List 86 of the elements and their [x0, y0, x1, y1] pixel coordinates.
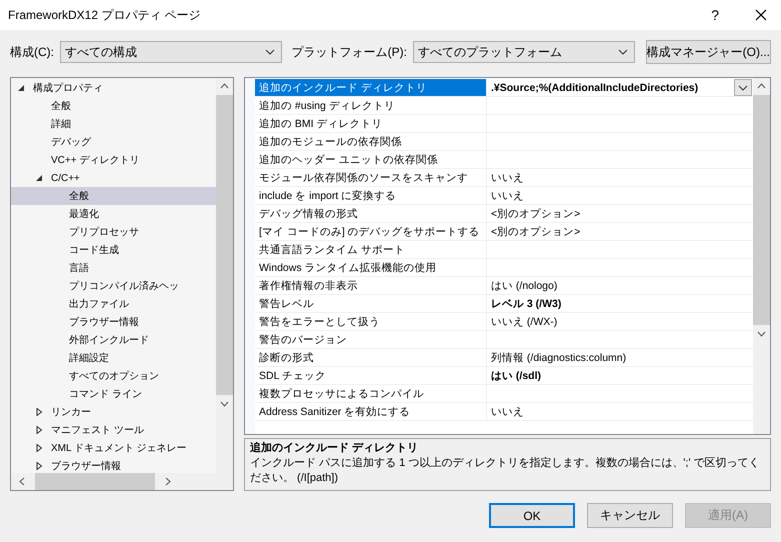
tree-item[interactable]: 詳細設定 [11, 349, 216, 367]
property-value[interactable]: <別のオプション> [491, 206, 580, 220]
scrollbar-thumb[interactable] [753, 95, 770, 325]
property-value[interactable]: いいえ (/WX-) [491, 314, 558, 328]
property-name[interactable]: SDL チェック [255, 367, 487, 384]
property-value[interactable]: いいえ [491, 170, 524, 184]
property-name[interactable]: デバッグ情報の形式 [255, 205, 487, 222]
property-name[interactable]: 追加のインクルード ディレクトリ [255, 79, 487, 96]
scroll-up-icon[interactable] [220, 83, 229, 89]
tree-item[interactable]: 構成プロパティ [11, 79, 216, 97]
configuration-dropdown[interactable]: すべての構成 [60, 41, 282, 63]
tree-item[interactable]: 全般 [11, 187, 216, 205]
property-name[interactable]: 追加のヘッダー ユニットの依存関係 [255, 151, 487, 168]
property-name[interactable]: 複数プロセッサによるコンパイル [255, 385, 487, 402]
property-value[interactable]: レベル 3 (/W3) [491, 296, 562, 310]
collapsed-triangle-icon[interactable] [35, 444, 43, 452]
scrollbar-thumb[interactable] [216, 95, 233, 395]
scroll-left-icon[interactable] [19, 477, 25, 486]
platform-dropdown[interactable]: すべてのプラットフォーム [413, 41, 635, 63]
tree-item[interactable]: C/C++ [11, 169, 216, 187]
property-name[interactable]: 警告のバージョン [255, 331, 487, 348]
horizontal-scrollbar[interactable] [11, 473, 233, 490]
property-name[interactable]: include を import に変換する [255, 187, 487, 204]
tree-item[interactable]: 最適化 [11, 205, 216, 223]
vertical-scrollbar[interactable] [216, 78, 233, 473]
chevron-down-icon [264, 49, 275, 55]
tree-item[interactable]: すべてのオプション [11, 367, 216, 385]
property-name[interactable]: [マイ コードのみ] のデバッグをサポートする [255, 223, 487, 240]
tree-item[interactable]: リンカー [11, 403, 216, 421]
tree-item[interactable]: 外部インクルード [11, 331, 216, 349]
tree-item[interactable]: VC++ ディレクトリ [11, 151, 216, 169]
scroll-down-icon[interactable] [757, 331, 766, 337]
scroll-down-icon[interactable] [220, 401, 229, 407]
property-name[interactable]: 警告レベル [255, 295, 487, 312]
scroll-up-icon[interactable] [757, 83, 766, 89]
collapsed-triangle-icon[interactable] [35, 462, 43, 470]
dialog-button[interactable]: キャンセル [587, 503, 673, 528]
platform-label: プラットフォーム(P): [292, 44, 407, 60]
property-name[interactable]: モジュール依存関係のソースをスキャンす [255, 169, 487, 186]
property-name[interactable]: Windows ランタイム拡張機能の使用 [255, 259, 487, 276]
chevron-down-icon [618, 49, 628, 55]
chevron-down-icon [738, 84, 748, 90]
tree-item[interactable]: プリプロセッサ [11, 223, 216, 241]
property-name[interactable]: 警告をエラーとして扱う [255, 313, 487, 330]
dialog-button[interactable]: OK [489, 503, 575, 528]
help-button[interactable]: ? [711, 7, 719, 23]
tree-item[interactable]: 出力ファイル [11, 295, 216, 313]
tree-item[interactable]: コマンド ライン [11, 385, 216, 403]
description-title: 追加のインクルード ディレクトリ [250, 441, 420, 456]
tree-item[interactable]: ブラウザー情報 [11, 313, 216, 331]
property-name[interactable]: 診断の形式 [255, 349, 487, 366]
description-text: インクルード パスに追加する 1 つ以上のディレクトリを指定します。複数の場合には、';' で区切ってください。 (/I[path]) [250, 456, 761, 486]
property-name[interactable]: Address Sanitizer を有効にする [255, 403, 487, 420]
scrollbar-thumb[interactable] [35, 473, 155, 490]
tree-item[interactable]: ブラウザー情報 [11, 457, 216, 473]
collapsed-triangle-icon[interactable] [35, 426, 43, 434]
expanded-triangle-icon[interactable] [35, 174, 43, 182]
window-title: FrameworkDX12 プロパティ ページ [8, 6, 202, 24]
property-value[interactable]: はい (/nologo) [491, 278, 558, 292]
property-value[interactable]: .¥Source;%(AdditionalIncludeDirectories) [491, 82, 698, 94]
tree-item[interactable]: 全般 [11, 97, 216, 115]
property-value[interactable]: <別のオプション> [491, 224, 580, 238]
property-name[interactable]: 追加のモジュールの依存関係 [255, 133, 487, 150]
dropdown-button[interactable] [734, 79, 752, 96]
vertical-scrollbar[interactable] [753, 78, 770, 434]
collapsed-triangle-icon[interactable] [35, 408, 43, 416]
configuration-manager-button[interactable]: 構成マネージャー(O)... [646, 40, 771, 64]
tree-item[interactable]: 言語 [11, 259, 216, 277]
property-name[interactable]: 追加の #using ディレクトリ [255, 97, 487, 114]
tree-item[interactable]: マニフェスト ツール [11, 421, 216, 439]
scroll-right-icon[interactable] [165, 477, 171, 486]
tree-item[interactable]: XML ドキュメント ジェネレー [11, 439, 216, 457]
tree-item[interactable]: コード生成 [11, 241, 216, 259]
property-name[interactable]: 共通言語ランタイム サポート [255, 241, 487, 258]
property-value[interactable]: いいえ [491, 404, 524, 418]
close-icon[interactable] [755, 9, 767, 21]
expanded-triangle-icon[interactable] [17, 84, 25, 92]
property-name[interactable]: 著作権情報の非表示 [255, 277, 487, 294]
property-value[interactable]: いいえ [491, 188, 524, 202]
tree-item[interactable]: 詳細 [11, 115, 216, 133]
property-value[interactable]: 列情報 (/diagnostics:column) [491, 350, 626, 364]
tree-item[interactable]: プリコンパイル済みヘッ [11, 277, 216, 295]
property-value[interactable]: はい (/sdl) [491, 368, 541, 382]
tree-item[interactable]: デバッグ [11, 133, 216, 151]
property-name[interactable]: 追加の BMI ディレクトリ [255, 115, 487, 132]
configuration-label: 構成(C): [10, 44, 54, 60]
